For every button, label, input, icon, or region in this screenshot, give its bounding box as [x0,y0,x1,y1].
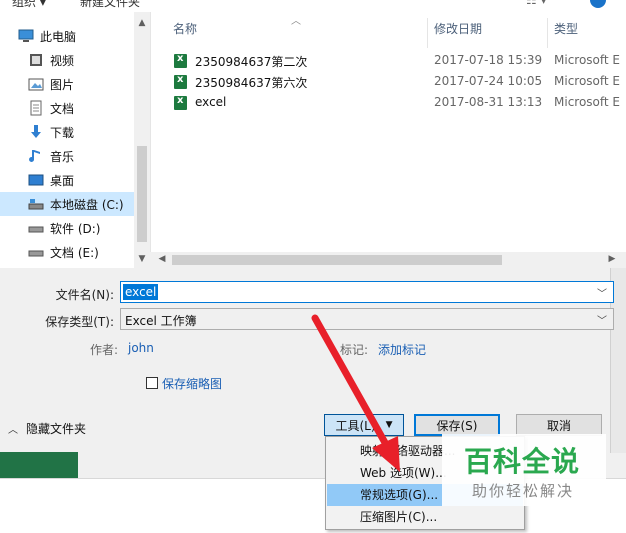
nav-item-label: 此电脑 [40,29,77,44]
column-header-type[interactable]: 类型 [554,20,578,37]
column-separator[interactable] [547,18,548,48]
music-icon [28,148,44,164]
nav-item-label: 软件 (D:) [50,221,101,236]
save-type-select[interactable]: Excel 工作簿 ﹀ [120,308,614,330]
nav-item-downloads[interactable]: 下载 [0,120,134,144]
nav-item-label: 下载 [50,125,75,140]
dropdown-arrow-icon: ▼ [385,420,393,430]
tools-button[interactable]: 工具(L) ▼ [324,414,404,436]
nav-item-label: 音乐 [50,149,75,164]
filename-label: 文件名(N): [55,288,114,302]
nav-item-this-pc[interactable]: 此电脑 [0,24,134,48]
excel-file-icon [174,53,187,68]
nav-scrollbar-thumb[interactable] [137,146,147,242]
file-date: 2017-07-18 15:39 [434,53,543,67]
sort-ascending-icon: ︿ [291,16,301,27]
nav-scrollbar[interactable]: ▲ ▼ [134,12,150,268]
watermark-logo: 百科全说 助你轻松解决 [442,434,606,506]
tools-button-label: 工具(L) [335,418,376,433]
author-value[interactable]: john [128,341,154,355]
nav-item-label: 桌面 [50,173,75,188]
add-tags-link[interactable]: 添加标记 [378,341,426,358]
save-thumbnail-checkbox[interactable] [146,377,158,389]
column-separator[interactable] [427,18,428,48]
nav-item-label: 视频 [50,53,75,68]
nav-item-label: 文档 (E:) [50,245,99,260]
file-date: 2017-08-31 13:13 [434,95,543,109]
navigation-pane: 此电脑 视频 图片 文档 下载 音乐 桌面 本地磁盘 (C:) 软件 (D:) … [0,12,150,268]
scroll-down-icon[interactable]: ▼ [134,254,150,264]
excel-ribbon-strip [0,452,78,478]
computer-icon [18,28,34,44]
file-name: 2350984637第二次 [195,55,308,69]
save-button-label: 保存(S) [436,418,478,433]
save-thumbnail-label[interactable]: 保存缩略图 [162,375,222,392]
scroll-right-icon[interactable]: ▶ [604,254,620,264]
nav-item-local-disk-c[interactable]: 本地磁盘 (C:) [0,192,134,216]
file-row[interactable]: excel 2017-08-31 13:13 Microsoft E [171,92,626,114]
toolbar: 组织 ▾ 新建文件夹 ☷ ▾ [0,0,626,12]
nav-item-videos[interactable]: 视频 [0,48,134,72]
file-date: 2017-07-24 10:05 [434,74,543,88]
nav-item-desktop[interactable]: 桌面 [0,168,134,192]
document-icon [28,100,44,116]
file-row[interactable]: 2350984637第二次 2017-07-18 15:39 Microsoft… [171,50,626,72]
file-row[interactable]: 2350984637第六次 2017-07-24 10:05 Microsoft… [171,71,626,93]
new-folder-button[interactable]: 新建文件夹 [80,0,140,10]
nav-item-drive-e[interactable]: 文档 (E:) [0,240,134,264]
excel-file-icon [174,74,187,89]
file-name: excel [195,95,227,109]
nav-item-pictures[interactable]: 图片 [0,72,134,96]
cancel-button[interactable]: 取消 [516,414,602,436]
nav-item-label: 文档 [50,101,75,116]
video-icon [28,52,44,68]
organize-button[interactable]: 组织 ▾ [12,0,46,10]
picture-icon [28,76,44,92]
nav-item-label: 图片 [50,77,75,92]
save-type-value: Excel 工作簿 [125,314,197,328]
column-header-name[interactable]: 名称 [173,20,197,37]
scroll-left-icon[interactable]: ◀ [154,254,170,264]
file-name: 2350984637第六次 [195,76,308,90]
author-label: 作者: [90,343,119,357]
cancel-button-label: 取消 [546,418,571,433]
help-icon[interactable] [590,0,606,8]
file-type: Microsoft E [554,53,621,67]
file-list: ︿ 名称 修改日期 类型 2350984637第二次 2017-07-18 15… [150,12,626,268]
file-type: Microsoft E [554,95,621,109]
chevron-down-icon[interactable]: ﹀ [597,312,607,327]
nav-item-drive-d[interactable]: 软件 (D:) [0,216,134,240]
chevron-down-icon[interactable]: ﹀ [597,285,607,300]
nav-item-label: 本地磁盘 (C:) [50,197,124,212]
chevron-up-icon: ︿ [8,425,18,436]
drive-icon [28,244,44,260]
tags-label: 标记: [340,343,369,357]
desktop-icon [28,172,44,188]
filename-input[interactable]: excel ﹀ [120,281,614,303]
hscrollbar-thumb[interactable] [172,255,502,265]
file-type: Microsoft E [554,74,621,88]
hide-folders-toggle[interactable]: ︿ 隐藏文件夹 [8,420,86,437]
nav-item-documents[interactable]: 文档 [0,96,134,120]
drive-icon [28,220,44,236]
file-list-hscrollbar[interactable]: ◀ ▶ [150,252,626,268]
save-button[interactable]: 保存(S) [414,414,500,436]
filename-selected-text: excel [123,284,159,300]
view-options-icon[interactable]: ☷ ▾ [526,0,547,7]
save-type-label: 保存类型(T): [45,315,114,329]
hide-folders-label: 隐藏文件夹 [26,422,87,436]
nav-item-music[interactable]: 音乐 [0,144,134,168]
excel-file-icon [174,95,187,110]
download-icon [28,124,44,140]
watermark-subtitle: 助你轻松解决 [472,482,575,500]
drive-icon [28,196,44,212]
menu-item-compress-pictures[interactable]: 压缩图片(C)... [327,506,523,528]
watermark-title: 百科全说 [464,445,581,478]
column-header-date[interactable]: 修改日期 [434,20,482,37]
scroll-up-icon[interactable]: ▲ [134,18,150,28]
